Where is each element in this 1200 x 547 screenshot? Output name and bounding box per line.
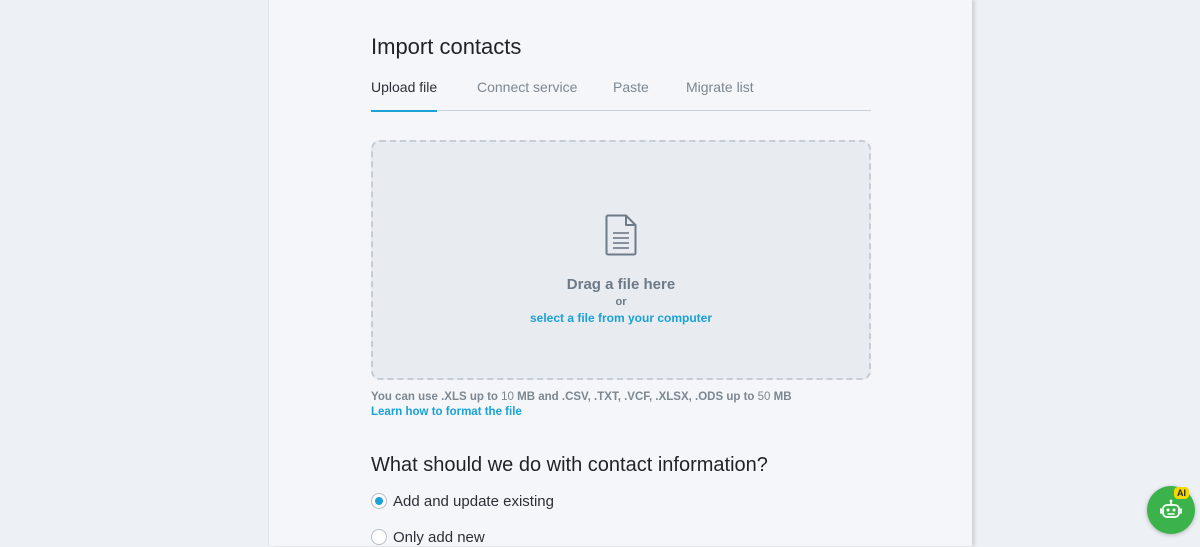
limits-suffix: MB: [773, 391, 792, 403]
document-icon: [605, 214, 637, 256]
radio-only-add-new[interactable]: [371, 529, 387, 545]
import-panel: Import contacts Upload file Connect serv…: [268, 0, 972, 546]
select-file-link[interactable]: select a file from your computer: [373, 311, 869, 325]
contact-info-question: What should we do with contact informati…: [371, 454, 768, 476]
other-size-limit: 50: [757, 391, 771, 403]
option-only-add-new[interactable]: Only add new: [371, 527, 485, 547]
limits-prefix: You can use .XLS up to: [371, 391, 498, 403]
tab-migrate-list[interactable]: Migrate list: [686, 76, 754, 111]
file-dropzone[interactable]: Drag a file here or select a file from y…: [371, 140, 871, 380]
learn-format-link[interactable]: Learn how to format the file: [371, 406, 522, 418]
tab-bar: Upload file Connect service Paste Migrat…: [371, 76, 871, 112]
or-separator: or: [615, 296, 627, 308]
drag-file-text: Drag a file here: [566, 276, 676, 293]
option-label: Add and update existing: [393, 492, 554, 510]
ai-badge: AI: [1174, 487, 1189, 499]
ai-assistant-button[interactable]: AI: [1147, 486, 1195, 534]
option-add-and-update[interactable]: Add and update existing: [371, 491, 554, 511]
option-label: Only add new: [393, 528, 485, 546]
limits-mid: MB and .CSV, .TXT, .VCF, .XLSX, .ODS up …: [517, 391, 755, 403]
robot-icon: [1160, 499, 1182, 518]
tab-paste[interactable]: Paste: [613, 76, 649, 111]
radio-add-and-update[interactable]: [371, 493, 387, 509]
tab-upload-file[interactable]: Upload file: [371, 76, 438, 112]
tab-connect-service[interactable]: Connect service: [477, 76, 577, 111]
page-title: Import contacts: [371, 34, 522, 59]
file-limits-note: You can use .XLS up to 10 MB and .CSV, .…: [371, 391, 871, 403]
xls-size-limit: 10: [501, 391, 514, 403]
